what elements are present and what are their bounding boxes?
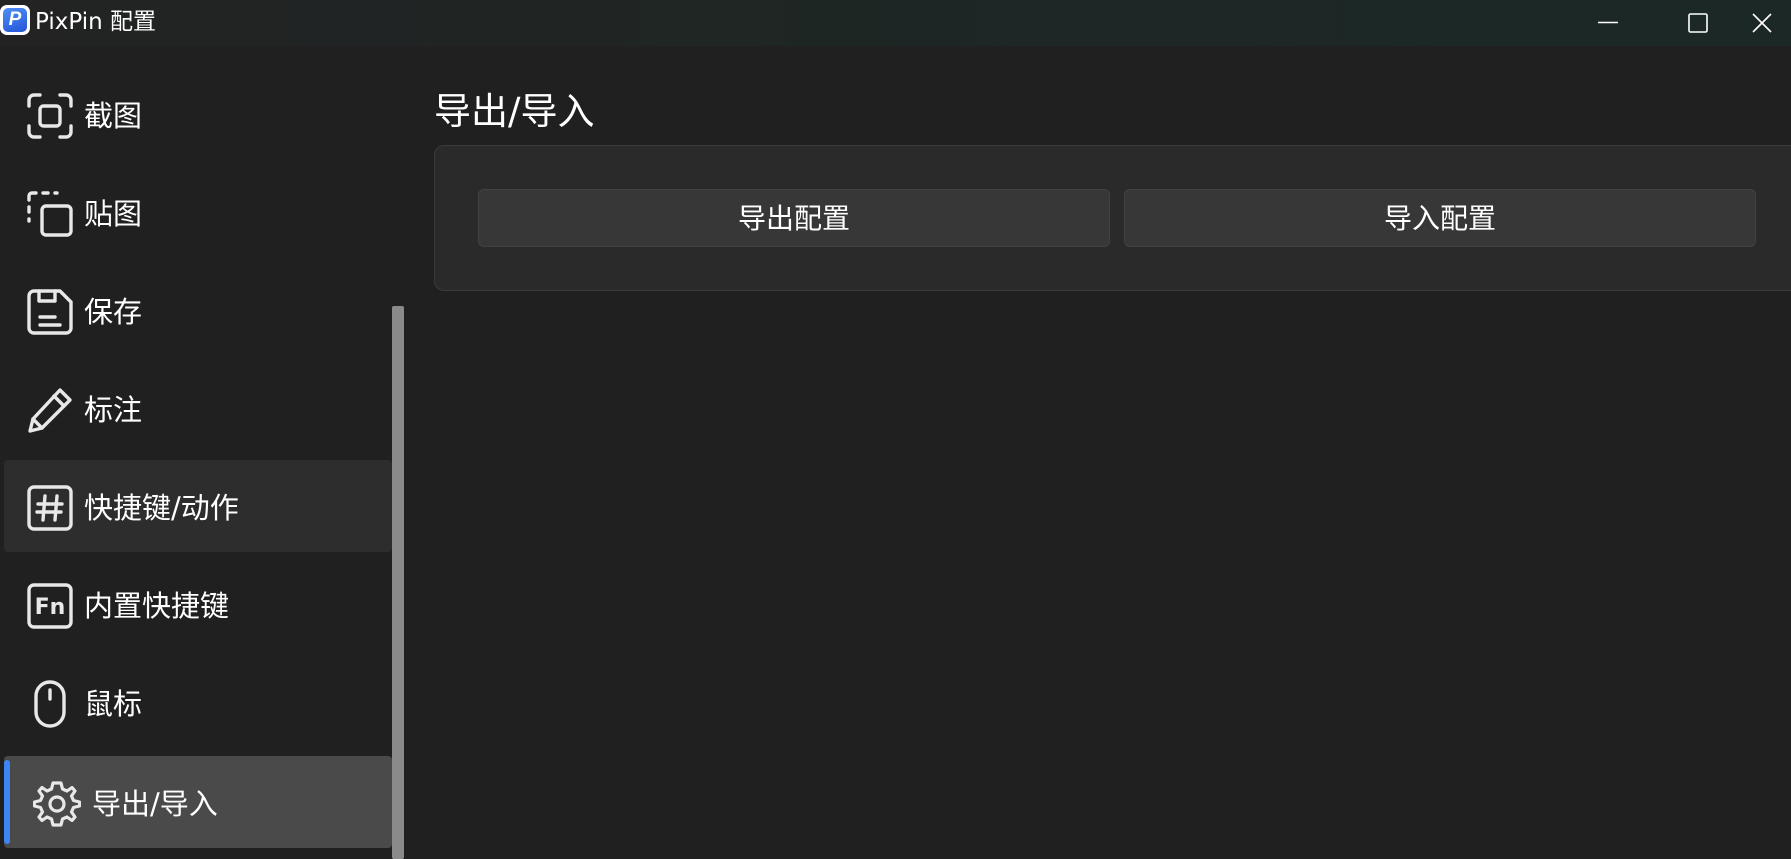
fn-key-icon: Fn xyxy=(27,583,73,629)
close-icon xyxy=(1752,13,1772,33)
pencil-icon xyxy=(28,388,72,433)
gear-icon xyxy=(33,781,81,827)
close-button[interactable] xyxy=(1751,0,1791,44)
sidebar-item-label: 快捷键/动作 xyxy=(84,491,239,525)
sidebar-item-save[interactable]: 保存 xyxy=(4,264,392,356)
hash-icon xyxy=(27,485,73,531)
minimize-button[interactable] xyxy=(1571,0,1643,44)
sidebar-item-label: 导出/导入 xyxy=(92,787,218,821)
mouse-icon xyxy=(34,680,66,728)
svg-text:Fn: Fn xyxy=(35,595,66,620)
title-bar[interactable]: P PixPin 配置 xyxy=(0,0,1791,46)
sidebar-item-label: 截图 xyxy=(84,99,143,133)
sidebar-item-label: 贴图 xyxy=(84,197,143,231)
sidebar-item-annotate[interactable]: 标注 xyxy=(4,362,392,454)
sidebar-item-builtin-shortcuts[interactable]: Fn 内置快捷键 xyxy=(4,558,392,650)
screenshot-icon xyxy=(27,93,73,139)
selection-indicator xyxy=(4,760,10,844)
sidebar-item-label: 保存 xyxy=(84,295,143,329)
save-icon xyxy=(27,289,73,335)
export-import-card: 导出配置 导入配置 xyxy=(434,145,1791,291)
sidebar-item-export-import[interactable]: 导出/导入 xyxy=(4,756,392,848)
sidebar-item-mouse[interactable]: 鼠标 xyxy=(4,656,392,748)
pixpin-settings-window: P PixPin 配置 截图 贴图 保存 标注 快捷键/动作 Fn 内置快捷键 … xyxy=(0,0,1791,859)
page-title: 导出/导入 xyxy=(434,90,595,133)
sidebar-item-screenshot[interactable]: 截图 xyxy=(4,68,392,160)
maximize-icon xyxy=(1688,13,1708,33)
sidebar-item-shortcuts-actions[interactable]: 快捷键/动作 xyxy=(4,460,392,552)
logo-letter: P xyxy=(3,8,27,32)
pixpin-logo-icon: P xyxy=(0,5,30,35)
sidebar-item-label: 标注 xyxy=(84,393,143,427)
sidebar-scrollbar[interactable] xyxy=(392,306,404,859)
window-title: PixPin 配置 xyxy=(35,9,157,35)
sidebar-item-pin-image[interactable]: 贴图 xyxy=(4,166,392,258)
sidebar-nav: 截图 贴图 保存 标注 快捷键/动作 Fn 内置快捷键 鼠标 导出/导入 xyxy=(0,46,404,859)
maximize-button[interactable] xyxy=(1661,0,1733,44)
minimize-icon xyxy=(1598,21,1618,24)
import-config-button[interactable]: 导入配置 xyxy=(1124,189,1756,247)
export-config-button[interactable]: 导出配置 xyxy=(478,189,1110,247)
pin-image-icon xyxy=(27,191,73,237)
sidebar-item-label: 内置快捷键 xyxy=(84,589,230,623)
sidebar-item-label: 鼠标 xyxy=(84,687,143,721)
